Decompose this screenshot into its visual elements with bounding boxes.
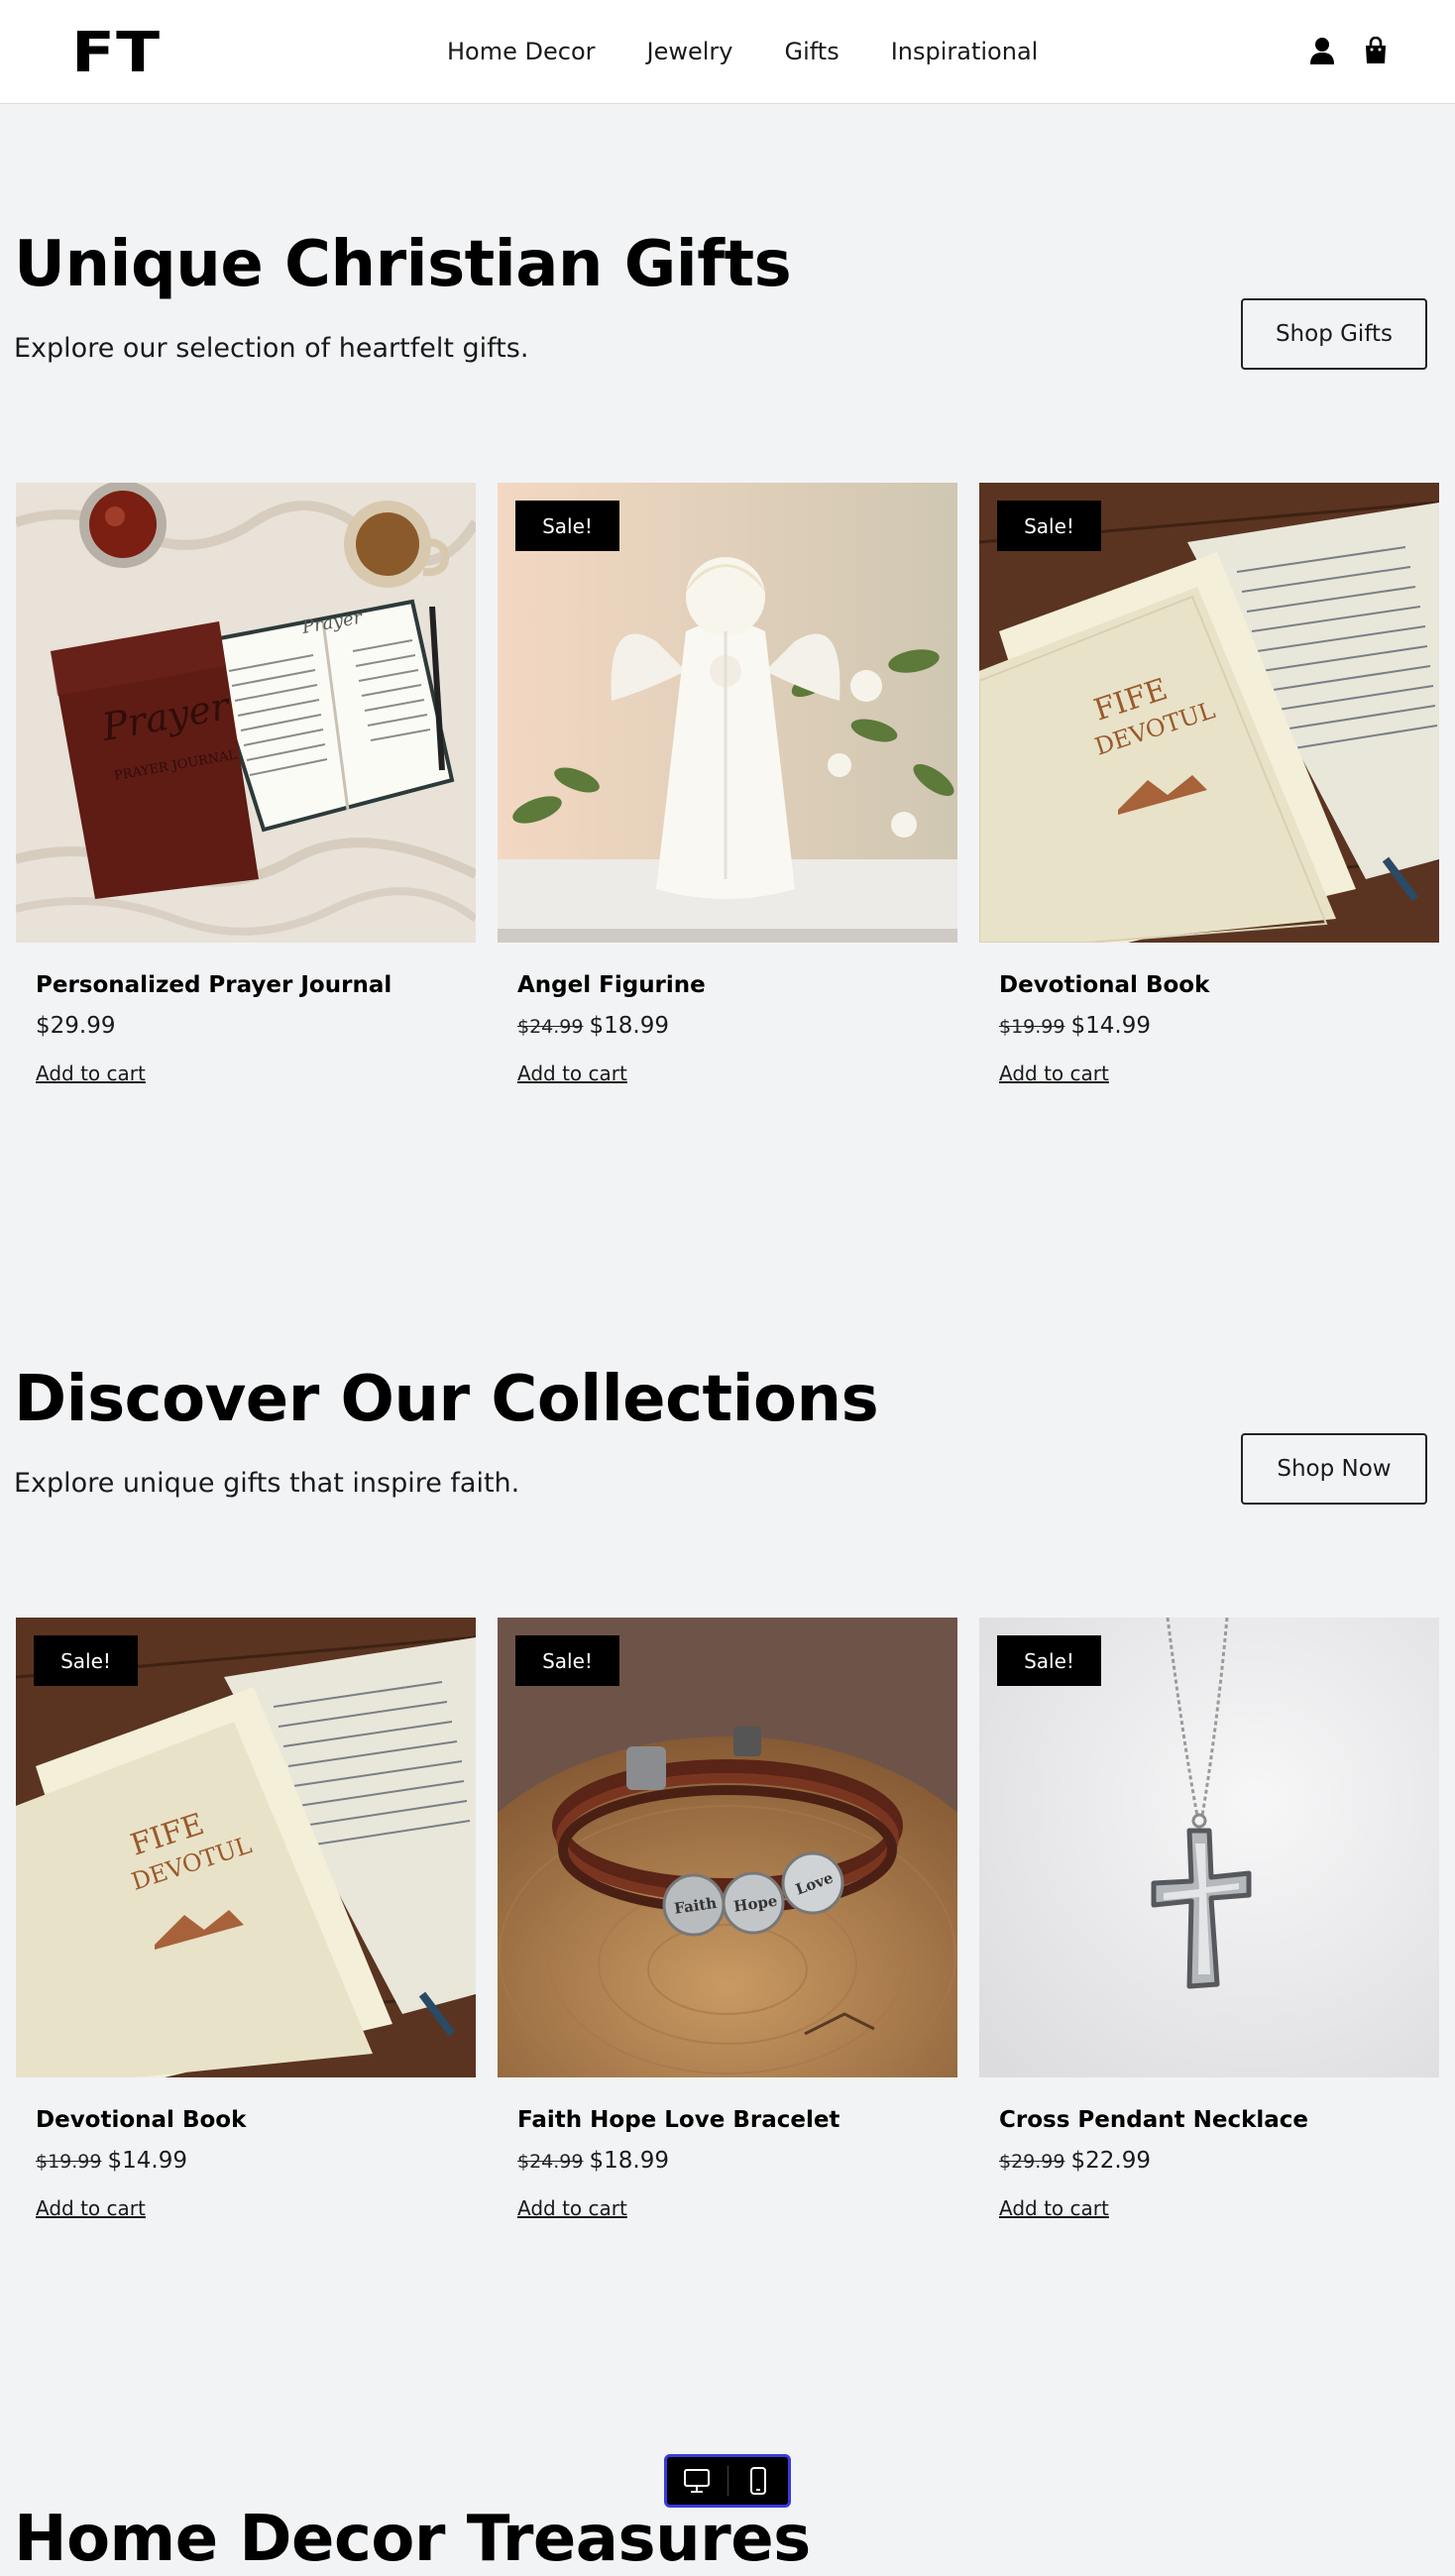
product-card[interactable]: Sale! Angel Figurine $24.99 $18.99 Add to… [498, 483, 957, 1097]
product-name[interactable]: Devotional Book [999, 970, 1209, 1000]
user-icon[interactable] [1308, 34, 1336, 67]
product-image-bracelet[interactable]: Faith Hope Love Sale! [498, 1618, 957, 2077]
sale-badge: Sale! [997, 1635, 1101, 1686]
sale-badge: Sale! [515, 501, 619, 551]
add-to-cart-link[interactable]: Add to cart [999, 1061, 1109, 1086]
product-image-prayer-journal[interactable]: Prayer Prayer PRAYER JOURNAL [16, 483, 476, 943]
section-title: Discover Our Collections [14, 1363, 879, 1436]
current-price: $29.99 [36, 1013, 116, 1039]
add-to-cart-link[interactable]: Add to cart [999, 2195, 1109, 2221]
nav-jewelry[interactable]: Jewelry [647, 35, 733, 68]
mobile-icon[interactable] [728, 2457, 789, 2505]
shop-gifts-button[interactable]: Shop Gifts [1241, 298, 1427, 370]
original-price: $19.99 [999, 1016, 1065, 1038]
shop-now-button[interactable]: Shop Now [1241, 1433, 1427, 1505]
product-price: $19.99 $14.99 [36, 2146, 187, 2177]
product-price: $24.99 $18.99 [517, 2146, 669, 2177]
original-price: $29.99 [999, 2151, 1065, 2173]
sale-badge: Sale! [34, 1635, 138, 1686]
shopping-bag-icon[interactable] [1362, 34, 1390, 67]
product-card[interactable]: Prayer Prayer PRAYER JOURNAL Personalize… [16, 483, 476, 1097]
section-subtitle: Explore our selection of heartfelt gifts… [14, 333, 529, 364]
nav-home-decor[interactable]: Home Decor [447, 35, 596, 68]
add-to-cart-link[interactable]: Add to cart [36, 2195, 146, 2221]
add-to-cart-link[interactable]: Add to cart [36, 1061, 146, 1086]
nav-inspirational[interactable]: Inspirational [891, 35, 1039, 68]
product-name[interactable]: Faith Hope Love Bracelet [517, 2105, 839, 2135]
add-to-cart-link[interactable]: Add to cart [517, 2195, 627, 2221]
product-name[interactable]: Personalized Prayer Journal [36, 970, 392, 1000]
product-name[interactable]: Devotional Book [36, 2105, 246, 2135]
section-title: Home Decor Treasures [14, 2503, 811, 2576]
desktop-icon[interactable] [667, 2457, 728, 2505]
section-collections: Discover Our Collections Explore unique … [0, 1239, 1455, 2329]
product-image-devotional-book[interactable]: FIFE DEVOTUL Sale! [979, 483, 1439, 943]
current-price: $18.99 [589, 1013, 669, 1039]
nav-gifts[interactable]: Gifts [784, 35, 839, 68]
current-price: $14.99 [107, 2148, 187, 2174]
product-price: $24.99 $18.99 [517, 1011, 669, 1042]
product-price: $19.99 $14.99 [999, 1011, 1151, 1042]
product-price: $29.99 [36, 1011, 115, 1041]
logo[interactable]: FT [71, 22, 161, 85]
section-title: Unique Christian Gifts [14, 228, 792, 301]
header-actions [1308, 34, 1390, 67]
product-card[interactable]: FIFE DEVOTUL Sale! Devotional Book $19.9… [979, 483, 1439, 1097]
product-image-devotional-book[interactable]: FIFE DEVOTUL Sale! [16, 1618, 476, 2077]
add-to-cart-link[interactable]: Add to cart [517, 1061, 627, 1086]
current-price: $18.99 [589, 2148, 669, 2174]
current-price: $22.99 [1070, 2148, 1151, 2174]
product-image-angel-figurine[interactable]: Sale! [498, 483, 957, 943]
product-card[interactable]: FIFE DEVOTUL Sale! Devotional Book $19.9… [16, 1618, 476, 2232]
section-subtitle: Explore unique gifts that inspire faith. [14, 1468, 520, 1499]
product-name[interactable]: Angel Figurine [517, 970, 706, 1000]
product-image-cross-necklace[interactable]: Sale! [979, 1618, 1439, 2077]
product-price: $29.99 $22.99 [999, 2146, 1151, 2177]
device-toggle [664, 2454, 791, 2508]
original-price: $24.99 [517, 2151, 584, 2173]
sale-badge: Sale! [515, 1635, 619, 1686]
product-card[interactable]: Faith Hope Love Sale! Faith Hope Love Br… [498, 1618, 957, 2232]
product-name[interactable]: Cross Pendant Necklace [999, 2105, 1308, 2135]
original-price: $24.99 [517, 1016, 584, 1038]
section-unique-gifts: Unique Christian Gifts Explore our selec… [0, 104, 1455, 1194]
current-price: $14.99 [1070, 1013, 1151, 1039]
main-nav: Home Decor Jewelry Gifts Inspirational [447, 35, 1038, 68]
sale-badge: Sale! [997, 501, 1101, 551]
original-price: $19.99 [36, 2151, 102, 2173]
site-header: FT Home Decor Jewelry Gifts Inspirationa… [0, 0, 1455, 104]
product-card[interactable]: Sale! Cross Pendant Necklace $29.99 $22.9… [979, 1618, 1439, 2232]
